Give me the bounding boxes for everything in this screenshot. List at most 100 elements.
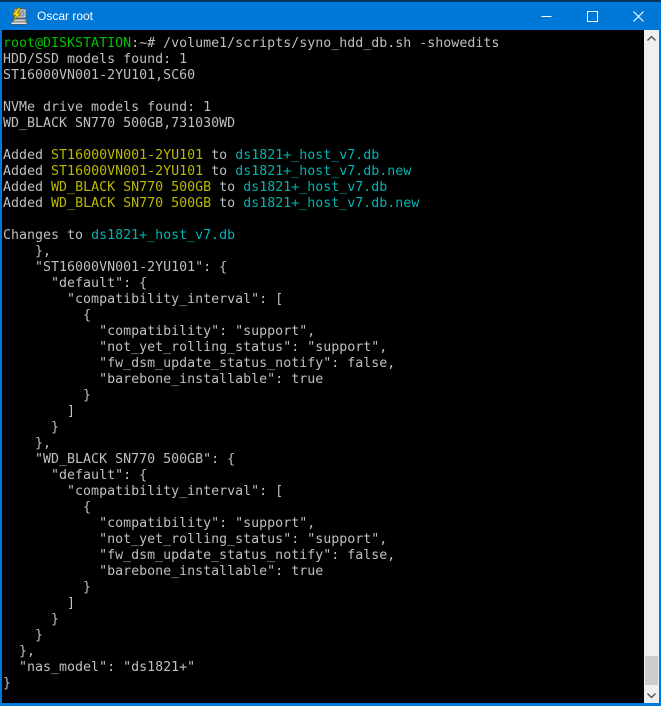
terminal-text-segment: },	[3, 436, 51, 451]
terminal-text-segment: Changes to	[3, 228, 91, 243]
terminal-line: },	[3, 436, 644, 452]
terminal-text-segment: ]	[3, 404, 75, 419]
terminal-line: }	[3, 580, 644, 596]
terminal-line: Added WD_BLACK SN770 500GB to ds1821+_ho…	[3, 196, 644, 212]
terminal-text-segment: NVMe drive models found: 1	[3, 100, 211, 115]
terminal-line	[3, 84, 644, 100]
minimize-button[interactable]	[523, 2, 569, 30]
terminal-line: ]	[3, 404, 644, 420]
terminal-line: }	[3, 676, 644, 692]
terminal-line: Added ST16000VN001-2YU101 to ds1821+_hos…	[3, 148, 644, 164]
terminal-text-segment: to	[203, 164, 235, 179]
terminal-text-segment: Added	[3, 164, 51, 179]
maximize-button[interactable]	[569, 2, 615, 30]
terminal-text-segment: "fw_dsm_update_status_notify": false,	[3, 356, 395, 371]
terminal-text-segment: "not_yet_rolling_status": "support",	[3, 532, 387, 547]
terminal-text-segment: "ST16000VN001-2YU101": {	[3, 260, 227, 275]
terminal-text-segment: WD_BLACK SN770 500GB	[51, 180, 211, 195]
terminal-line: {	[3, 500, 644, 516]
terminal-text-segment: :~# /volume1/scripts/syno_hdd_db.sh -sho…	[131, 36, 499, 51]
terminal-text-segment: WD_BLACK SN770 500GB	[51, 196, 211, 211]
terminal-text-segment: },	[3, 644, 35, 659]
terminal-text-segment: "barebone_installable": true	[3, 564, 323, 579]
terminal-line: "ST16000VN001-2YU101": {	[3, 260, 644, 276]
terminal-text-segment: Added	[3, 196, 51, 211]
window-body: root@DISKSTATION:~# /volume1/scripts/syn…	[2, 30, 659, 703]
terminal-text-segment: }	[3, 388, 91, 403]
terminal-text-segment: WD_BLACK SN770 500GB,731030WD	[3, 116, 235, 131]
terminal-text-segment: ds1821+_host_v7.db	[235, 148, 379, 163]
terminal-text-segment: to	[203, 148, 235, 163]
terminal-line: "barebone_installable": true	[3, 564, 644, 580]
terminal-line: }	[3, 388, 644, 404]
terminal-line: }	[3, 420, 644, 436]
terminal-line: "compatibility": "support",	[3, 516, 644, 532]
terminal-line: "fw_dsm_update_status_notify": false,	[3, 548, 644, 564]
scroll-track[interactable]	[644, 46, 659, 687]
terminal-line: "fw_dsm_update_status_notify": false,	[3, 356, 644, 372]
close-button[interactable]	[615, 2, 661, 30]
terminal-line: "not_yet_rolling_status": "support",	[3, 532, 644, 548]
terminal-line: "nas_model": "ds1821+"	[3, 660, 644, 676]
terminal-text-segment: "compatibility": "support",	[3, 516, 315, 531]
terminal-line: "compatibility_interval": [	[3, 292, 644, 308]
terminal-text-segment: {	[3, 308, 91, 323]
terminal-line: Changes to ds1821+_host_v7.db	[3, 228, 644, 244]
terminal-text-segment: "compatibility_interval": [	[3, 292, 283, 307]
terminal-screen[interactable]: root@DISKSTATION:~# /volume1/scripts/syn…	[2, 30, 644, 703]
terminal-line: },	[3, 244, 644, 260]
terminal-text-segment: HDD/SSD models found: 1	[3, 52, 187, 67]
terminal-text-segment: to	[211, 196, 243, 211]
terminal-text-segment: ds1821+_host_v7.db	[243, 180, 387, 195]
terminal-line: }	[3, 612, 644, 628]
putty-window: Oscar root root@DISKSTATION:~# /volume1/…	[0, 0, 661, 706]
terminal-line: Added ST16000VN001-2YU101 to ds1821+_hos…	[3, 164, 644, 180]
putty-icon[interactable]	[9, 6, 29, 26]
terminal-line: "default": {	[3, 468, 644, 484]
terminal-line	[3, 132, 644, 148]
terminal-text-segment: "not_yet_rolling_status": "support",	[3, 340, 387, 355]
scroll-down-button[interactable]	[644, 687, 659, 703]
terminal-line: }	[3, 628, 644, 644]
terminal-text-segment: ST16000VN001-2YU101	[51, 148, 203, 163]
terminal-text-segment: {	[3, 500, 91, 515]
scrollbar[interactable]	[644, 30, 659, 703]
window-controls	[523, 2, 661, 30]
maximize-icon	[587, 11, 598, 22]
terminal-text-segment: to	[211, 180, 243, 195]
terminal-text-segment: Added	[3, 148, 51, 163]
terminal-line: "compatibility_interval": [	[3, 484, 644, 500]
terminal-line: "barebone_installable": true	[3, 372, 644, 388]
chevron-up-icon	[647, 36, 656, 41]
terminal-line: },	[3, 644, 644, 660]
terminal-text-segment: "barebone_installable": true	[3, 372, 323, 387]
scroll-thumb[interactable]	[645, 656, 658, 685]
scroll-up-button[interactable]	[644, 30, 659, 46]
terminal-text-segment: ST16000VN001-2YU101	[51, 164, 203, 179]
window-title: Oscar root	[37, 2, 93, 30]
terminal-text-segment: ]	[3, 596, 75, 611]
minimize-icon	[541, 11, 552, 22]
terminal-text-segment: }	[3, 676, 11, 691]
terminal-text-segment: "nas_model": "ds1821+"	[3, 660, 195, 675]
terminal-text-segment: "compatibility_interval": [	[3, 484, 283, 499]
terminal-line: {	[3, 308, 644, 324]
terminal-line: "not_yet_rolling_status": "support",	[3, 340, 644, 356]
terminal-line: HDD/SSD models found: 1	[3, 52, 644, 68]
terminal-line: WD_BLACK SN770 500GB,731030WD	[3, 116, 644, 132]
terminal-text-segment: }	[3, 612, 59, 627]
terminal-text-segment: ds1821+_host_v7.db	[91, 228, 235, 243]
terminal-text-segment: "default": {	[3, 468, 147, 483]
terminal-text-segment: Added	[3, 180, 51, 195]
terminal-text-segment: }	[3, 420, 59, 435]
titlebar[interactable]: Oscar root	[0, 0, 661, 30]
terminal-line: ]	[3, 596, 644, 612]
terminal-text-segment: ST16000VN001-2YU101,SC60	[3, 68, 195, 83]
close-icon	[633, 11, 644, 22]
terminal-text-segment: "WD_BLACK SN770 500GB": {	[3, 452, 235, 467]
chevron-down-icon	[647, 693, 656, 698]
terminal-line: Added WD_BLACK SN770 500GB to ds1821+_ho…	[3, 180, 644, 196]
terminal-line: NVMe drive models found: 1	[3, 100, 644, 116]
terminal-text-segment: ds1821+_host_v7.db.new	[243, 196, 419, 211]
terminal-text-segment: }	[3, 580, 91, 595]
